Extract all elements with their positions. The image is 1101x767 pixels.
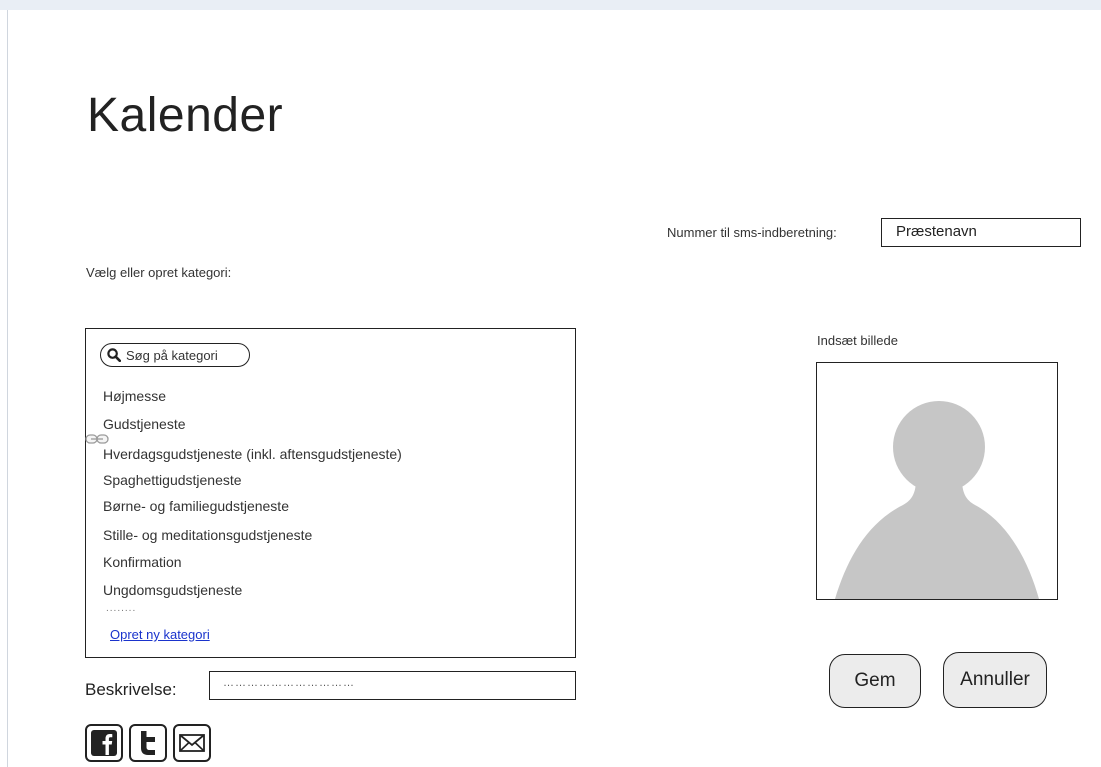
category-item[interactable]: Spaghettigudstjeneste — [103, 472, 242, 488]
search-icon — [107, 348, 121, 362]
category-item[interactable]: Stille- og meditationsgudstjeneste — [103, 527, 312, 543]
category-label: Vælg eller opret kategori: — [86, 265, 232, 280]
category-item[interactable]: Ungdomsgudstjeneste — [103, 582, 242, 598]
twitter-button[interactable] — [129, 724, 167, 762]
category-item[interactable]: Konfirmation — [103, 554, 182, 570]
page-title: Kalender — [87, 89, 284, 142]
cancel-button[interactable]: Annuller — [943, 652, 1047, 708]
more-categories-indicator: ........ — [106, 603, 137, 614]
create-category-link[interactable]: Opret ny kategori — [110, 627, 210, 642]
description-input[interactable]: …………………………… — [209, 671, 576, 700]
facebook-icon — [91, 730, 117, 756]
save-button[interactable]: Gem — [829, 654, 921, 708]
user-avatar-icon — [835, 401, 1039, 599]
image-placeholder[interactable] — [816, 362, 1058, 600]
category-item[interactable]: Hverdagsgudstjeneste (inkl. aftensgudstj… — [103, 446, 402, 462]
sms-number-input[interactable]: Præstenavn — [881, 218, 1081, 247]
facebook-button[interactable] — [85, 724, 123, 762]
category-item[interactable]: Gudstjeneste — [103, 416, 186, 432]
category-item[interactable]: Højmesse — [103, 388, 166, 404]
top-bar — [0, 0, 1101, 10]
link-icon[interactable] — [85, 432, 109, 450]
category-list-box: Søg på kategori Højmesse Gudstjeneste Hv… — [85, 328, 576, 658]
twitter-icon — [141, 731, 155, 755]
category-item[interactable]: Børne- og familiegudstjeneste — [103, 498, 289, 514]
email-button[interactable] — [173, 724, 211, 762]
category-search-input[interactable]: Søg på kategori — [100, 343, 250, 367]
insert-image-label: Indsæt billede — [817, 333, 898, 348]
description-label: Beskrivelse: — [85, 680, 177, 699]
category-search-placeholder: Søg på kategori — [126, 347, 218, 363]
left-border — [7, 10, 8, 767]
sms-number-label: Nummer til sms-indberetning: — [667, 225, 837, 240]
email-icon — [179, 734, 205, 752]
